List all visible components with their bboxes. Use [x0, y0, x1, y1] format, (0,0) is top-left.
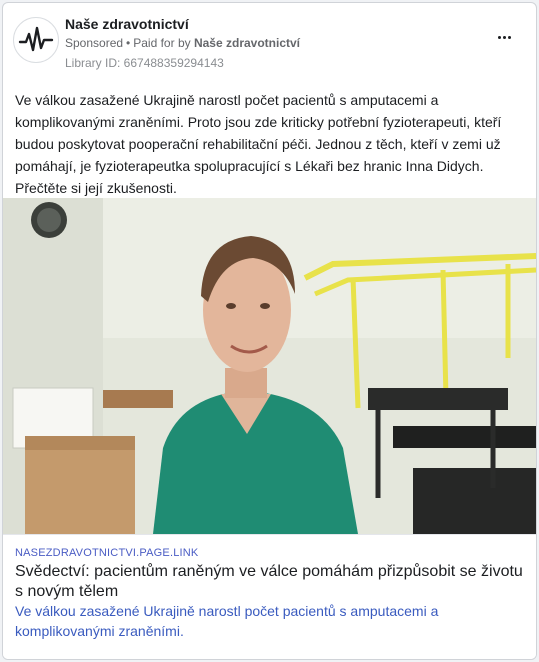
- link-title[interactable]: Svědectví: pacientům raněným ve válce po…: [15, 562, 525, 602]
- link-domain[interactable]: NASEZDRAVOTNICTVI.PAGE.LINK: [15, 547, 198, 559]
- page-name[interactable]: Naše zdravotnictví: [65, 16, 189, 32]
- paid-for-label: Paid for by: [133, 36, 191, 50]
- physiotherapist-photo: [3, 198, 536, 534]
- more-options-icon[interactable]: [498, 29, 518, 43]
- ad-card: Naše zdravotnictví Sponsored • Paid for by…: [2, 2, 537, 660]
- page-avatar[interactable]: [13, 17, 59, 63]
- library-id: Library ID: 667488359294143: [65, 56, 224, 70]
- sponsored-line: Sponsored • Paid for by Naše zdravotnictví: [65, 36, 301, 50]
- post-image[interactable]: [3, 198, 536, 534]
- link-description[interactable]: Ve válkou zasažené Ukrajině narostl poče…: [15, 601, 525, 641]
- sponsored-label: Sponsored: [65, 36, 124, 50]
- link-preview[interactable]: NASEZDRAVOTNICTVI.PAGE.LINK Svědectví: p…: [3, 534, 536, 659]
- paid-for-name[interactable]: Naše zdravotnictví: [194, 36, 300, 50]
- post-header: Naše zdravotnictví Sponsored • Paid for by…: [3, 3, 536, 83]
- heartbeat-logo-icon: [18, 26, 54, 52]
- post-body-text: Ve válkou zasažené Ukrajině narostl poče…: [15, 92, 502, 196]
